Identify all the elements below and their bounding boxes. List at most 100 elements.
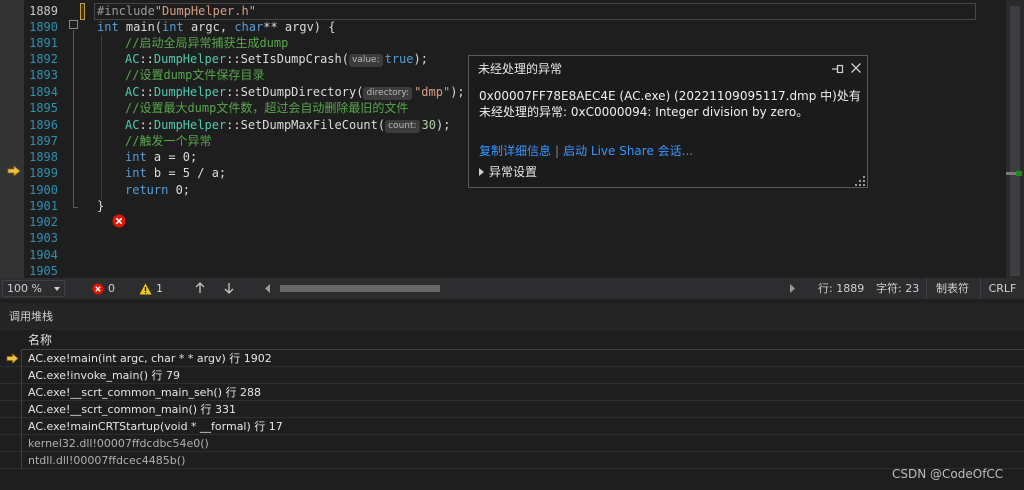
- row-gutter: [0, 418, 22, 435]
- fold-region-end: [73, 207, 78, 208]
- current-frame-arrow-icon: [6, 353, 19, 364]
- call-stack-row[interactable]: kernel32.dll!00007ffdcdbc54e0(): [0, 435, 1024, 452]
- code-line-1900[interactable]: return 0;: [125, 182, 190, 198]
- scope-operator: ::: [139, 85, 154, 99]
- arrow-up-icon[interactable]: [193, 281, 207, 295]
- zoom-dropdown[interactable]: 100 %: [2, 280, 65, 297]
- warning-icon: [139, 283, 152, 295]
- close-icon[interactable]: [848, 60, 864, 76]
- line-number: 1891: [29, 36, 58, 50]
- call-stack-row[interactable]: AC.exe!__scrt_common_main_seh() 行 288: [0, 384, 1024, 401]
- exception-helper-popup[interactable]: 未经处理的异常 0x00007FF78E8AEC4E (AC.exe) (202…: [468, 55, 868, 188]
- scrollbar-thumb[interactable]: [1010, 6, 1020, 276]
- scroll-left-icon[interactable]: [264, 284, 272, 293]
- chevron-down-icon: [54, 287, 60, 291]
- line-number: 1902: [29, 215, 58, 229]
- scope-operator: ::: [139, 52, 154, 66]
- row-gutter: [0, 401, 22, 418]
- call-stack-row[interactable]: AC.exe!mainCRTStartup(void * __formal) 行…: [0, 418, 1024, 435]
- preprocessor-directive: #include: [97, 4, 155, 18]
- row-gutter: [0, 367, 22, 384]
- frame-label: AC.exe!__scrt_common_main_seh() 行 288: [28, 386, 261, 399]
- exception-settings-label: 异常设置: [489, 165, 538, 179]
- scrollbar-thumb[interactable]: [280, 285, 440, 292]
- warning-count-button[interactable]: 1: [139, 278, 163, 299]
- code-text: a = 0;: [146, 150, 198, 164]
- line-number: 1897: [29, 134, 58, 148]
- exception-error-icon[interactable]: [112, 214, 126, 228]
- row-gutter: [0, 384, 22, 401]
- fold-region-line: [73, 30, 74, 208]
- copy-details-link[interactable]: 复制详细信息: [479, 144, 551, 158]
- code-line-1893[interactable]: //设置dump文件保存目录: [125, 67, 264, 83]
- call-stack-panel: 调用堆栈 名称 AC.exe!main(int argc, char * * a…: [0, 303, 1024, 490]
- row-gutter: [0, 435, 22, 452]
- number-literal: 30: [421, 118, 436, 132]
- zoom-level: 100 %: [7, 282, 42, 295]
- error-count-button[interactable]: 0: [92, 278, 115, 299]
- call-stack-row[interactable]: ntdll.dll!00007ffdcec4485b(): [0, 452, 1024, 469]
- indentation-mode-button[interactable]: 制表符: [926, 278, 978, 299]
- collapse-toggle-icon[interactable]: [69, 20, 78, 29]
- code-text: main(: [118, 20, 163, 34]
- parameter-hint: directory:: [363, 87, 413, 100]
- link-separator: |: [555, 144, 560, 158]
- line-number: 1890: [29, 20, 58, 34]
- horizontal-scrollbar[interactable]: [264, 283, 796, 294]
- error-count: 0: [108, 282, 115, 295]
- line-ending-button[interactable]: CRLF: [980, 278, 1024, 299]
- scope-operator: ::: [139, 118, 154, 132]
- call-stack-row[interactable]: AC.exe!invoke_main() 行 79: [0, 367, 1024, 384]
- keyword: int: [125, 150, 147, 164]
- class-name: DumpHelper: [153, 52, 227, 66]
- line-number: 1894: [29, 85, 58, 99]
- live-share-link[interactable]: 启动 Live Share 会话...: [563, 144, 693, 158]
- code-line-1901[interactable]: }: [97, 198, 104, 214]
- exception-actions: 复制详细信息 | 启动 Live Share 会话...: [479, 143, 693, 159]
- code-line-1898[interactable]: int a = 0;: [125, 149, 197, 165]
- include-path: "DumpHelper.h": [154, 4, 256, 18]
- indent-guide: [101, 35, 102, 200]
- line-number-gutter: 1889 1890 1891 1892 1893 1894 1895 1896 …: [24, 0, 62, 278]
- code-line-1896[interactable]: AC::DumpHelper::SetDumpMaxFileCount(coun…: [125, 117, 450, 133]
- code-line-1894[interactable]: AC::DumpHelper::SetDumpDirectory(directo…: [125, 84, 465, 100]
- line-number: 1901: [29, 199, 58, 213]
- expand-triangle-icon: [479, 168, 484, 176]
- code-line-1889[interactable]: #include"DumpHelper.h": [97, 3, 256, 19]
- row-gutter: [0, 350, 22, 367]
- code-text: );: [450, 85, 465, 99]
- exception-settings-toggle[interactable]: 异常设置: [479, 164, 537, 180]
- glyph-margin[interactable]: [0, 0, 24, 278]
- scroll-right-icon[interactable]: [788, 284, 796, 293]
- call-stack-row[interactable]: AC.exe!__scrt_common_main() 行 331: [0, 401, 1024, 418]
- column-header-name[interactable]: 名称: [22, 330, 1024, 350]
- namespace-name: AC: [125, 52, 140, 66]
- panel-title: 调用堆栈: [9, 310, 53, 323]
- call-stack-grid[interactable]: 名称 AC.exe!main(int argc, char * * argv) …: [0, 330, 1024, 490]
- cursor-line-indicator[interactable]: 行: 1889: [818, 278, 864, 299]
- arrow-down-icon[interactable]: [222, 281, 236, 295]
- code-line-1890[interactable]: int main(int argc, char** argv) {: [97, 19, 335, 35]
- call-stack-row[interactable]: AC.exe!main(int argc, char * * argv) 行 1…: [0, 350, 1024, 367]
- frame-label: AC.exe!mainCRTStartup(void * __formal) 行…: [28, 420, 283, 433]
- pin-icon[interactable]: [829, 62, 845, 76]
- exception-message: 0x00007FF78E8AEC4E (AC.exe) (20221109095…: [479, 89, 861, 119]
- vertical-scrollbar[interactable]: [1006, 0, 1024, 278]
- code-line-1895[interactable]: //设置最大dump文件数，超过会自动删除最旧的文件: [125, 100, 408, 116]
- keyword: int: [162, 20, 184, 34]
- frame-label: AC.exe!invoke_main() 行 79: [28, 369, 181, 382]
- row-gutter: [0, 452, 22, 469]
- code-line-1897[interactable]: //触发一个异常: [125, 133, 211, 149]
- line-number: 1903: [29, 231, 58, 245]
- cursor-char-indicator[interactable]: 字符: 23: [876, 278, 919, 299]
- code-line-1892[interactable]: AC::DumpHelper::SetIsDumpCrash(value: tru…: [125, 51, 428, 67]
- frame-label: kernel32.dll!00007ffdcdbc54e0(): [28, 437, 209, 450]
- code-line-1899[interactable]: int b = 5 / a;: [125, 165, 226, 181]
- code-editor[interactable]: 1889 1890 1891 1892 1893 1894 1895 1896 …: [0, 0, 1024, 278]
- code-line-1891[interactable]: //启动全局异常捕获生成dump: [125, 35, 288, 51]
- code-text: 0;: [168, 183, 191, 197]
- scrollbar-change-marker: [1016, 171, 1022, 176]
- keyword: char: [234, 20, 264, 34]
- line-number: 1895: [29, 101, 58, 115]
- resize-grip-icon[interactable]: [855, 176, 865, 186]
